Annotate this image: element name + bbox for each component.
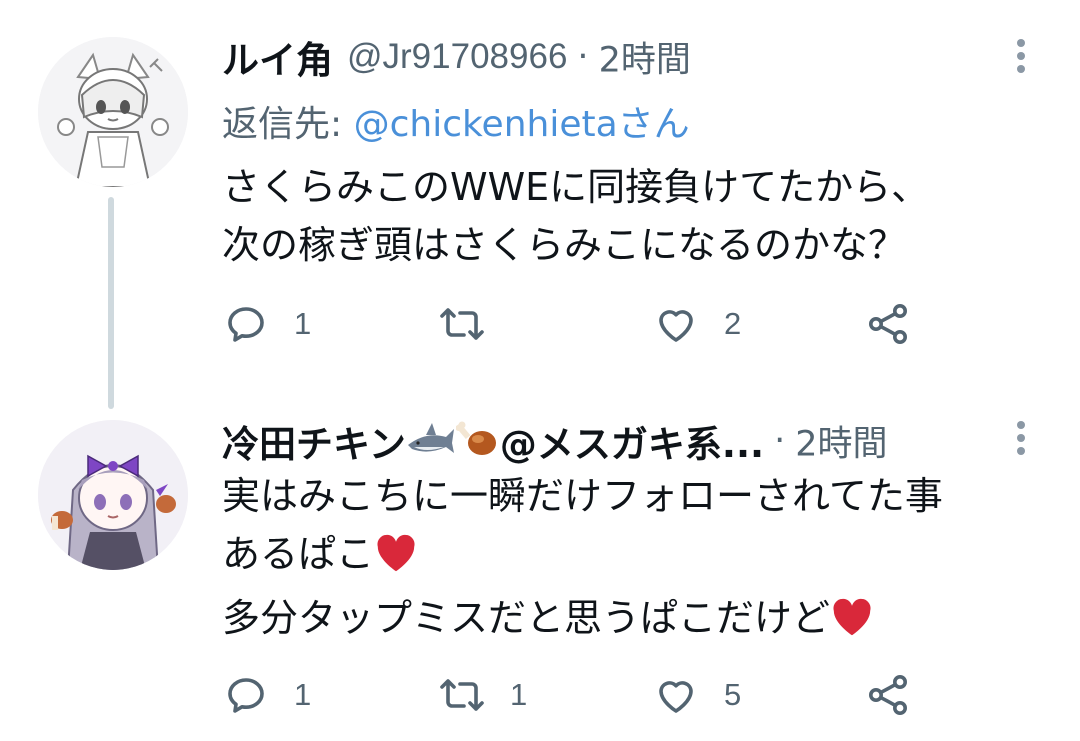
- tweet-text-segment: あるぱこ: [222, 532, 375, 576]
- tweet-text: さくらみこのWWEに同接負けてたから、 次の稼ぎ頭はさくらみこになるのかな？: [222, 158, 1050, 274]
- timestamp[interactable]: 2時間: [795, 425, 887, 465]
- red-heart-emoji: [374, 531, 418, 589]
- reply-prefix: 返信先:: [222, 104, 354, 145]
- tweet-text: 実はみこちに一瞬だけフォローされてた事 あるぱこ 多分タップミスだと思うぱこだけ…: [222, 467, 1050, 653]
- red-heart-emoji: [830, 595, 874, 653]
- display-name[interactable]: 冷田チキン: [222, 423, 406, 466]
- more-dots-icon[interactable]: [1006, 34, 1036, 84]
- timestamp[interactable]: 2時間: [599, 41, 691, 81]
- tweet-text-line: さくらみこのWWEに同接負けてたから、: [222, 165, 930, 209]
- shark-emoji: [406, 419, 456, 463]
- like-count: 2: [724, 306, 742, 341]
- tweet-text-line: 実はみこちに一瞬だけフォローされてた事: [222, 474, 943, 518]
- avatar[interactable]: [38, 420, 188, 570]
- reply-suffix[interactable]: さん: [618, 104, 690, 145]
- like-button[interactable]: 2: [652, 294, 741, 354]
- avatar[interactable]: [38, 37, 188, 187]
- tweet-text-line: 次の稼ぎ頭はさくらみこになるのかな？: [222, 223, 907, 267]
- retweet-button[interactable]: [438, 294, 510, 354]
- display-name[interactable]: ルイ角: [222, 39, 333, 82]
- more-dots-icon[interactable]: [1006, 416, 1036, 466]
- reply-count: 1: [294, 677, 312, 712]
- tweet-header: ルイ角 @Jr91708966 · 2時間: [222, 30, 970, 86]
- like-count: 5: [724, 677, 742, 712]
- thread-line: [108, 197, 114, 409]
- like-icon: [659, 681, 693, 713]
- share-button[interactable]: [864, 294, 912, 354]
- retweet-button[interactable]: 1: [438, 665, 527, 725]
- reply-count: 1: [294, 306, 312, 341]
- like-icon: [659, 310, 693, 342]
- display-name-suffix[interactable]: @メスガキ系...: [500, 423, 764, 466]
- reply-button[interactable]: 1: [222, 294, 311, 354]
- like-button[interactable]: 5: [652, 665, 741, 725]
- tweet-1[interactable]: ルイ角 @Jr91708966 · 2時間 返信先: @chickenhietaさん …: [0, 0, 1080, 409]
- action-bar: 1 1 5: [222, 665, 962, 725]
- action-bar: 1 2: [222, 294, 962, 354]
- tweet-text-line-with-emoji: 多分タップミスだと思うぱこだけど: [222, 589, 1050, 653]
- share-button[interactable]: [864, 665, 912, 725]
- tweet-text-segment: 多分タップミスだと思うぱこだけど: [222, 596, 831, 640]
- reply-icon: [228, 307, 264, 342]
- separator-dot: ·: [577, 37, 589, 77]
- share-icon: [869, 304, 907, 344]
- reply-button[interactable]: 1: [222, 665, 311, 725]
- reply-handle-link[interactable]: @chickenhieta: [354, 104, 618, 145]
- drumstick-emoji: [455, 419, 500, 463]
- retweet-icon: [440, 308, 484, 340]
- user-handle[interactable]: @Jr91708966: [347, 37, 567, 76]
- tweet-header: 冷田チキン @メスガキ系... · 2時間: [222, 414, 970, 470]
- tweet-text-line-with-emoji: あるぱこ: [222, 525, 1050, 589]
- separator-dot: ·: [774, 421, 786, 461]
- share-icon: [869, 675, 907, 715]
- reply-icon: [228, 678, 264, 713]
- retweet-icon: [440, 679, 484, 711]
- reply-context: 返信先: @chickenhietaさん: [222, 95, 690, 147]
- retweet-count: 1: [510, 677, 528, 712]
